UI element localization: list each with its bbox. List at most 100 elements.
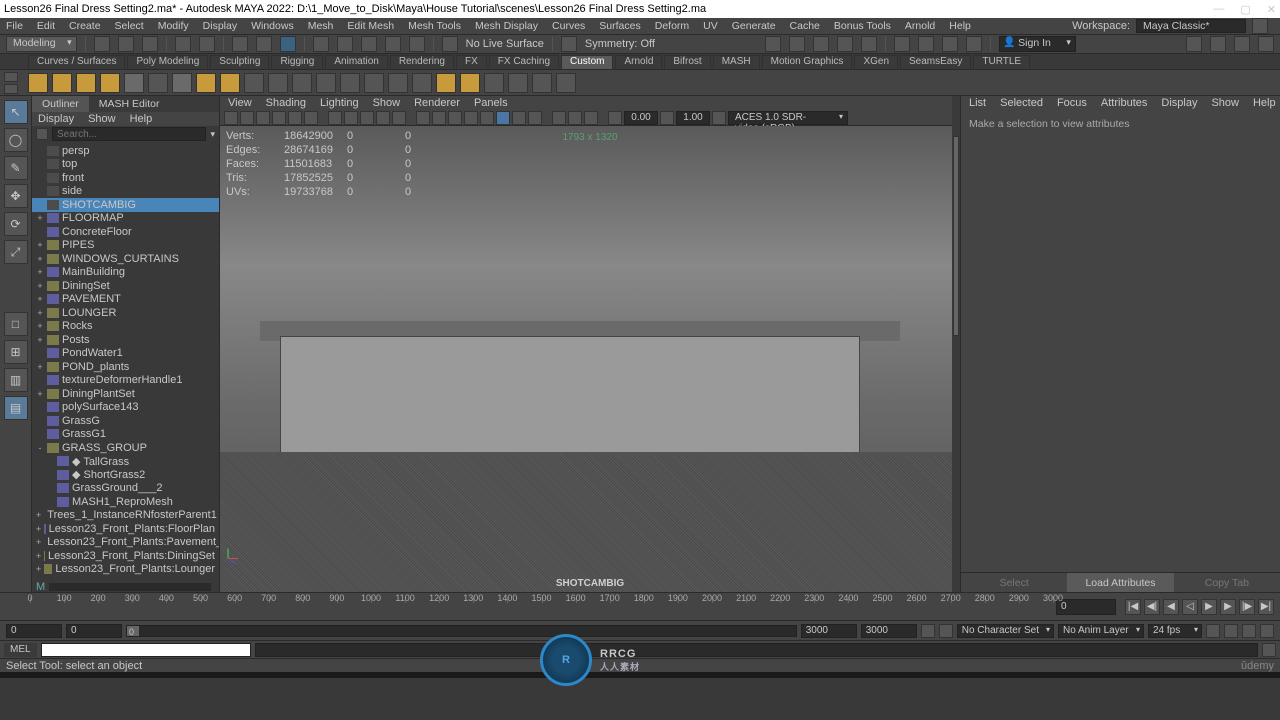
layout-four[interactable]: ⊞ — [4, 340, 28, 364]
outliner-item[interactable]: ◆ ShortGrass2 — [32, 468, 219, 482]
sync-timeline-icon[interactable] — [1206, 624, 1220, 638]
outliner-hscroll[interactable] — [49, 583, 211, 591]
attr-copy-tab-button[interactable]: Copy Tab — [1174, 573, 1280, 592]
range-end-field[interactable]: 3000 — [801, 624, 857, 638]
script-lang-label[interactable]: MEL — [4, 643, 37, 657]
viewport-menu-panels[interactable]: Panels — [474, 97, 508, 109]
render-view-icon[interactable] — [789, 36, 805, 52]
outliner-item[interactable]: MASH1_ReproMesh — [32, 495, 219, 509]
menu-arnold[interactable]: Arnold — [905, 20, 935, 32]
viewport-menu-show[interactable]: Show — [373, 97, 401, 109]
vp-motion-blur-icon[interactable] — [512, 111, 526, 125]
snap-curve-icon[interactable] — [337, 36, 353, 52]
outliner-menu-show[interactable]: Show — [88, 113, 116, 125]
step-fwd-key-button[interactable]: |▶ — [1239, 599, 1255, 615]
vp-shadows-icon[interactable] — [480, 111, 494, 125]
vp-bookmark-icon[interactable] — [256, 111, 270, 125]
shelf-btn-1[interactable] — [28, 73, 48, 93]
toggle-panel-1-icon[interactable] — [894, 36, 910, 52]
shelf-tab-fx[interactable]: FX — [456, 55, 487, 69]
shelf-tab-animation[interactable]: Animation — [325, 55, 387, 69]
vp-gamma-field[interactable]: 1.00 — [676, 111, 710, 125]
vp-view-transform-icon[interactable] — [712, 111, 726, 125]
shelf-tab-sculpting[interactable]: Sculpting — [210, 55, 269, 69]
outliner-item[interactable]: GrassGround___2 — [32, 482, 219, 496]
character-set-selector[interactable]: No Character Set — [957, 624, 1054, 638]
outliner-item[interactable]: front — [32, 171, 219, 185]
shelf-btn-23[interactable] — [556, 73, 576, 93]
outliner-item[interactable]: ◆ TallGrass — [32, 455, 219, 469]
select-tool[interactable]: ↖ — [4, 100, 28, 124]
viewport-scrollbar[interactable] — [952, 96, 960, 592]
menu-edit-mesh[interactable]: Edit Mesh — [347, 20, 394, 32]
vp-exposure-icon[interactable] — [608, 111, 622, 125]
workspace-icon[interactable] — [1252, 18, 1268, 34]
outliner-item[interactable]: +Lesson23_Front_Plants:FloorPlan — [32, 522, 219, 536]
attr-menu-help[interactable]: Help — [1253, 97, 1276, 109]
menu-generate[interactable]: Generate — [732, 20, 776, 32]
vp-aa-icon[interactable] — [528, 111, 542, 125]
range-min-field[interactable]: 0 — [6, 624, 62, 638]
toggle-panel-4-icon[interactable] — [966, 36, 982, 52]
attr-menu-focus[interactable]: Focus — [1057, 97, 1087, 109]
audio-icon[interactable] — [1242, 624, 1256, 638]
shelf-tab-motion-graphics[interactable]: Motion Graphics — [762, 55, 853, 69]
prefs-icon[interactable] — [1260, 624, 1274, 638]
outliner-item[interactable]: +Lesson23_Front_Plants:Lounger — [32, 563, 219, 577]
redo-icon[interactable] — [199, 36, 215, 52]
outliner-item[interactable]: polySurface143 — [32, 401, 219, 415]
outliner-item[interactable]: +MainBuilding — [32, 266, 219, 280]
menu-select[interactable]: Select — [115, 20, 144, 32]
shelf-btn-12[interactable] — [292, 73, 312, 93]
shelf-btn-7[interactable] — [172, 73, 192, 93]
vp-select-cam-icon[interactable] — [224, 111, 238, 125]
script-editor-icon[interactable] — [1262, 643, 1276, 657]
minimize-button[interactable]: — — [1213, 3, 1224, 16]
attr-editor-icon[interactable] — [1258, 36, 1274, 52]
loop-icon[interactable] — [1224, 624, 1238, 638]
menu-deform[interactable]: Deform — [655, 20, 689, 32]
menu-surfaces[interactable]: Surfaces — [599, 20, 640, 32]
viewport-menu-lighting[interactable]: Lighting — [320, 97, 359, 109]
shelf-trash-icon[interactable] — [4, 84, 18, 94]
shelf-tab-rigging[interactable]: Rigging — [271, 55, 323, 69]
attr-menu-attributes[interactable]: Attributes — [1101, 97, 1147, 109]
layout-outliner[interactable]: ▤ — [4, 396, 28, 420]
shelf-btn-19[interactable] — [460, 73, 480, 93]
outliner-item[interactable]: +PAVEMENT — [32, 293, 219, 307]
outliner-item[interactable]: +Lesson23_Front_Plants:DiningSet — [32, 549, 219, 563]
menu-display[interactable]: Display — [203, 20, 237, 32]
outliner-search-input[interactable] — [52, 127, 206, 141]
mash-editor-tab[interactable]: MASH Editor — [89, 96, 170, 112]
render-frame-icon[interactable] — [813, 36, 829, 52]
shelf-tab-arnold[interactable]: Arnold — [615, 55, 662, 69]
live-surface-icon[interactable] — [442, 36, 458, 52]
layout-icon[interactable] — [1186, 36, 1202, 52]
vp-exposure-field[interactable]: 0.00 — [624, 111, 658, 125]
play-back-button[interactable]: ◁ — [1182, 599, 1198, 615]
menu-cache[interactable]: Cache — [790, 20, 820, 32]
shelf-btn-9[interactable] — [220, 73, 240, 93]
workspace-selector[interactable]: Maya Classic* — [1136, 19, 1246, 33]
outliner-item[interactable]: +LOUNGER — [32, 306, 219, 320]
shelf-tab-bifrost[interactable]: Bifrost — [664, 55, 710, 69]
command-input[interactable] — [41, 643, 251, 657]
snap-live-icon[interactable] — [409, 36, 425, 52]
outliner-item[interactable]: persp — [32, 144, 219, 158]
shelf-tab-poly-modeling[interactable]: Poly Modeling — [127, 55, 208, 69]
outliner-item[interactable]: +Lesson23_Front_Plants:Pavement_Bas — [32, 536, 219, 550]
outliner-item[interactable]: +PIPES — [32, 239, 219, 253]
go-start-button[interactable]: |◀ — [1125, 599, 1141, 615]
vp-2d-pan-icon[interactable] — [288, 111, 302, 125]
outliner-item[interactable]: top — [32, 158, 219, 172]
vp-wireframe-icon[interactable] — [416, 111, 430, 125]
shelf-btn-2[interactable] — [52, 73, 72, 93]
lasso-icon[interactable] — [256, 36, 272, 52]
outliner-menu-display[interactable]: Display — [38, 113, 74, 125]
maximize-button[interactable]: ▢ — [1240, 3, 1250, 16]
save-scene-icon[interactable] — [142, 36, 158, 52]
range-start-field[interactable]: 0 — [66, 624, 122, 638]
set-key-button[interactable] — [921, 624, 935, 638]
go-end-button[interactable]: ▶| — [1258, 599, 1274, 615]
play-button[interactable]: ▶ — [1201, 599, 1217, 615]
